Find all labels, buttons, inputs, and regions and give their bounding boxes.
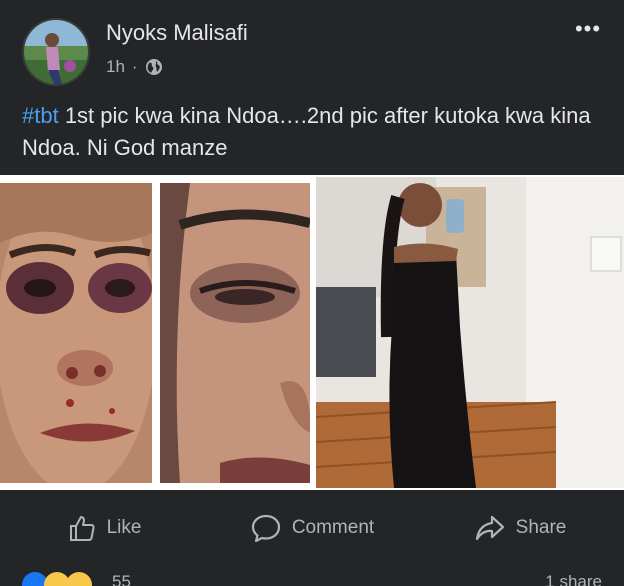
share-button[interactable]: Share xyxy=(416,513,624,543)
globe-icon xyxy=(145,58,163,76)
hashtag-link[interactable]: #tbt xyxy=(22,103,59,128)
share-label: Share xyxy=(515,517,567,538)
photo-black-dress-mirror-selfie[interactable] xyxy=(316,177,624,488)
reaction-count[interactable]: 55 xyxy=(112,572,131,586)
share-count[interactable]: 1 share xyxy=(545,572,602,586)
like-button[interactable]: Like xyxy=(0,513,208,543)
post-header: Nyoks Malisafi 1h · ••• xyxy=(0,0,624,92)
more-options-icon[interactable]: ••• xyxy=(568,14,608,44)
post-caption: #tbt 1st pic kwa kina Ndoa….2nd pic afte… xyxy=(22,100,602,164)
meta-separator: · xyxy=(131,57,138,76)
photo-bruised-face[interactable] xyxy=(0,183,152,483)
post-media[interactable] xyxy=(0,175,624,490)
comment-bubble-icon xyxy=(251,514,280,543)
share-arrow-icon xyxy=(475,515,504,541)
author-name[interactable]: Nyoks Malisafi xyxy=(106,20,248,46)
comment-label: Comment xyxy=(291,517,375,538)
avatar-image xyxy=(24,20,88,84)
thumbs-up-icon xyxy=(69,516,95,541)
like-label: Like xyxy=(106,517,142,538)
post-actions: Like Comment Share xyxy=(0,500,624,556)
post-time[interactable]: 1h xyxy=(106,57,125,77)
reaction-summary[interactable]: 55 1 share xyxy=(0,572,624,586)
post-meta: 1h · xyxy=(106,57,163,77)
photo-black-eye-closeup[interactable] xyxy=(160,183,310,483)
comment-button[interactable]: Comment xyxy=(208,512,416,544)
caption-text: 1st pic kwa kina Ndoa….2nd pic after kut… xyxy=(22,103,591,160)
sad-reaction-icon xyxy=(66,572,92,586)
author-avatar[interactable] xyxy=(22,18,90,86)
